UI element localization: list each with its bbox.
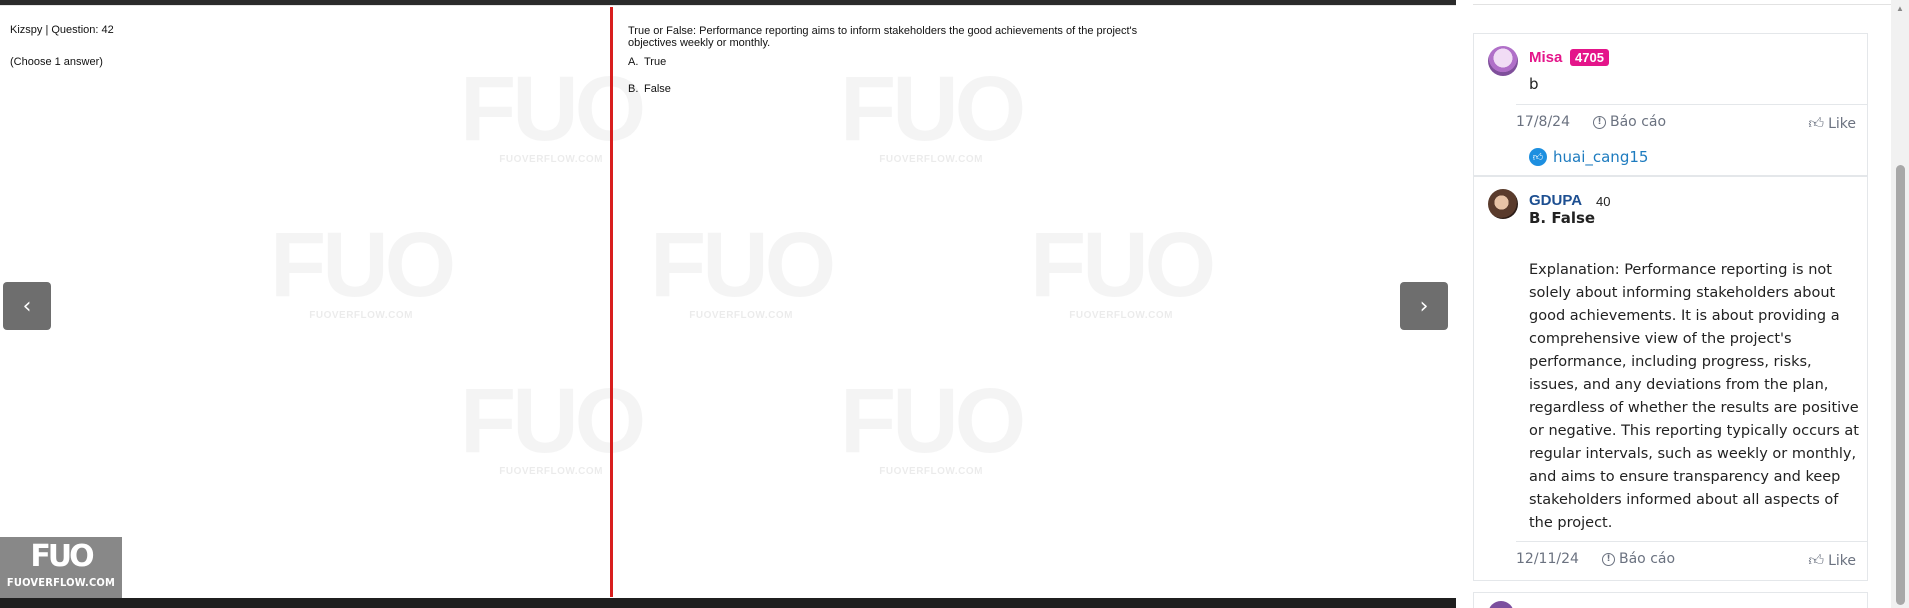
avatar[interactable] [1488,601,1514,608]
watermark: FUOFUOVERFLOW.COM [460,63,646,165]
watermark: FUOFUOVERFLOW.COM [1030,219,1216,321]
watermark: FUOFUOVERFLOW.COM [840,63,1026,165]
thumbs-up-icon: 👍︎ [1808,114,1825,132]
watermark: FUOFUOVERFLOW.COM [460,375,646,477]
alert-icon: ! [1593,115,1606,129]
watermark: FUOFUOVERFLOW.COM [650,219,836,321]
report-button[interactable]: ! Báo cáo [1593,114,1666,130]
comment-card: GDUPA 40 B. False Explanation: Performan… [1473,176,1868,581]
report-label: Báo cáo [1610,114,1667,130]
like-label: Like [1828,552,1856,569]
comment-body: b [1529,75,1539,93]
chevron-right-icon: › [1419,293,1429,319]
question-text: True or False: Performance reporting aim… [628,25,1138,49]
next-page-button[interactable]: › [1400,282,1448,330]
question-instruction: (Choose 1 answer) [10,56,103,68]
comment-username[interactable]: Misa [1529,49,1562,66]
comment-date[interactable]: 12/11/24 [1516,551,1579,567]
user-points: 40 [1596,194,1611,209]
option-b: B. False [628,83,671,95]
previous-page-button[interactable]: ‹ [3,282,51,330]
liked-by-user[interactable]: huai_cang15 [1553,148,1648,166]
gutter [1456,0,1473,608]
alert-icon: ! [1602,552,1615,566]
thumbs-up-icon: 👍︎ [1529,148,1547,166]
option-label: True [644,56,667,68]
scroll-up-arrow-icon[interactable]: ▲ [1896,4,1904,13]
watermark: FUOFUOVERFLOW.COM [840,375,1026,477]
user-score-badge: 4705 [1570,49,1609,66]
comment-date[interactable]: 17/8/24 [1516,114,1570,130]
comments-panel: Misa 4705 b 17/8/24 ! Báo cáo 👍︎ Like 👍︎… [1473,0,1909,608]
like-button[interactable]: 👍︎ Like [1808,114,1856,133]
option-letter: A. [628,56,639,68]
question-meta: Kizspy | Question: 42 [10,24,114,36]
comment-explanation: Explanation: Performance reporting is no… [1529,262,1859,531]
comment-meta-row: 12/11/24 ! Báo cáo 👍︎ Like [1516,541,1868,575]
watermark: FUOFUOVERFLOW.COM [270,219,456,321]
question-slide: FUOFUOVERFLOW.COM FUOFUOVERFLOW.COM FUOF… [0,5,1456,598]
fuoverflow-logo[interactable]: FUO FUOVERFLOW.COM [0,537,122,598]
scrollbar-thumb[interactable] [1896,165,1905,605]
comment-card: Misa 4705 b 17/8/24 ! Báo cáo 👍︎ Like 👍︎… [1473,33,1868,176]
column-divider [610,7,613,597]
avatar[interactable] [1488,189,1518,219]
avatar[interactable] [1488,46,1518,76]
report-button[interactable]: ! Báo cáo [1602,551,1675,567]
panel-top-border [1473,0,1893,5]
option-label: False [644,83,671,95]
option-a: A. True [628,56,666,68]
comment-card [1473,592,1868,608]
thumbs-up-icon: 👍︎ [1808,551,1825,569]
option-letter: B. [628,83,639,95]
like-label: Like [1828,115,1856,132]
comment-meta-row: 17/8/24 ! Báo cáo 👍︎ Like [1516,104,1868,138]
chevron-left-icon: ‹ [22,293,32,319]
logo-text: FUOVERFLOW.COM [6,576,116,589]
report-label: Báo cáo [1619,551,1676,567]
comment-answer: B. False [1529,209,1596,227]
document-viewer: FUOFUOVERFLOW.COM FUOFUOVERFLOW.COM FUOF… [0,0,1456,608]
liked-by-row: 👍︎ huai_cang15 [1529,148,1648,166]
logo-mark: FUO [30,539,94,574]
like-button[interactable]: 👍︎ Like [1808,551,1856,570]
